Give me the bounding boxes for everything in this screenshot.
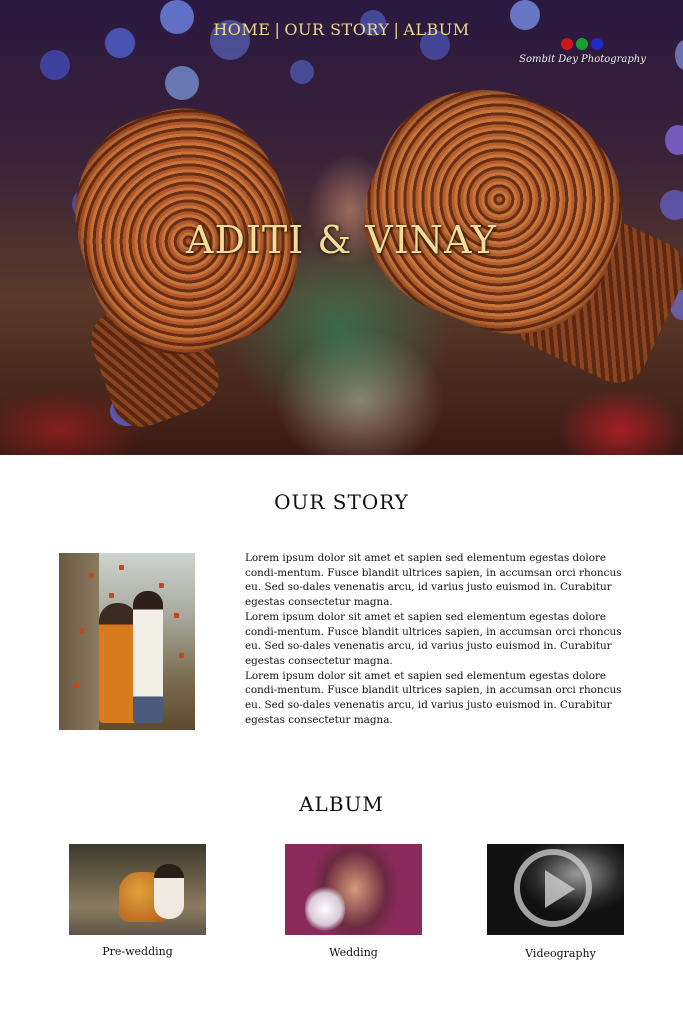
flower-blur [305, 884, 345, 934]
logo-text: Sombit Dey Photography [519, 54, 646, 65]
story-paragraph: Lorem ipsum dolor sit amet et sapien sed… [245, 669, 622, 726]
story-paragraph: Lorem ipsum dolor sit amet et sapien sed… [245, 610, 622, 667]
wedding-thumbnail[interactable] [285, 844, 422, 935]
play-triangle-icon [545, 870, 575, 908]
groom-figure [154, 864, 184, 919]
nav-separator: | [274, 20, 281, 39]
bokeh-light [665, 125, 683, 155]
bokeh-light [660, 190, 683, 220]
bokeh-light [675, 40, 683, 70]
falling-leaf [174, 613, 179, 618]
bokeh-light [290, 60, 314, 84]
videography-label[interactable]: Videography [492, 947, 629, 960]
nav-our-story[interactable]: OUR STORY [284, 20, 389, 39]
falling-leaf [179, 653, 184, 658]
story-text: Lorem ipsum dolor sit amet et sapien sed… [245, 551, 640, 727]
videography-thumbnail[interactable] [487, 844, 624, 935]
album-heading: ALBUM [299, 792, 384, 816]
logo-dot-red [561, 38, 573, 50]
top-nav: HOME | OUR STORY | ALBUM [0, 20, 683, 39]
story-paragraph: Lorem ipsum dolor sit amet et sapien sed… [245, 552, 622, 609]
falling-leaf [89, 573, 94, 578]
couple-photo [59, 553, 195, 730]
our-story-heading: OUR STORY [274, 490, 409, 514]
bokeh-light [40, 50, 70, 80]
falling-leaf [119, 565, 124, 570]
nav-separator: | [393, 20, 400, 39]
hero-banner: HOME | OUR STORY | ALBUM Sombit Dey Photogra… [0, 0, 683, 455]
wedding-label[interactable]: Wedding [285, 946, 422, 959]
pre-wedding-thumbnail[interactable] [69, 844, 206, 935]
photographer-logo: Sombit Dey Photography [515, 38, 650, 74]
nav-album[interactable]: ALBUM [403, 20, 469, 39]
nav-home[interactable]: HOME [213, 20, 270, 39]
falling-leaf [109, 593, 114, 598]
logo-dot-blue [591, 38, 603, 50]
tree-trunk [59, 553, 99, 730]
groom-figure [133, 591, 163, 723]
bokeh-light [165, 66, 199, 100]
logo-dot-green [576, 38, 588, 50]
falling-leaf [159, 583, 164, 588]
bride-figure [99, 603, 137, 723]
falling-leaf [79, 628, 84, 633]
falling-leaf [74, 683, 79, 688]
couple-title: ADITI & VINAY [186, 218, 497, 262]
pre-wedding-label[interactable]: Pre-wedding [69, 945, 206, 958]
